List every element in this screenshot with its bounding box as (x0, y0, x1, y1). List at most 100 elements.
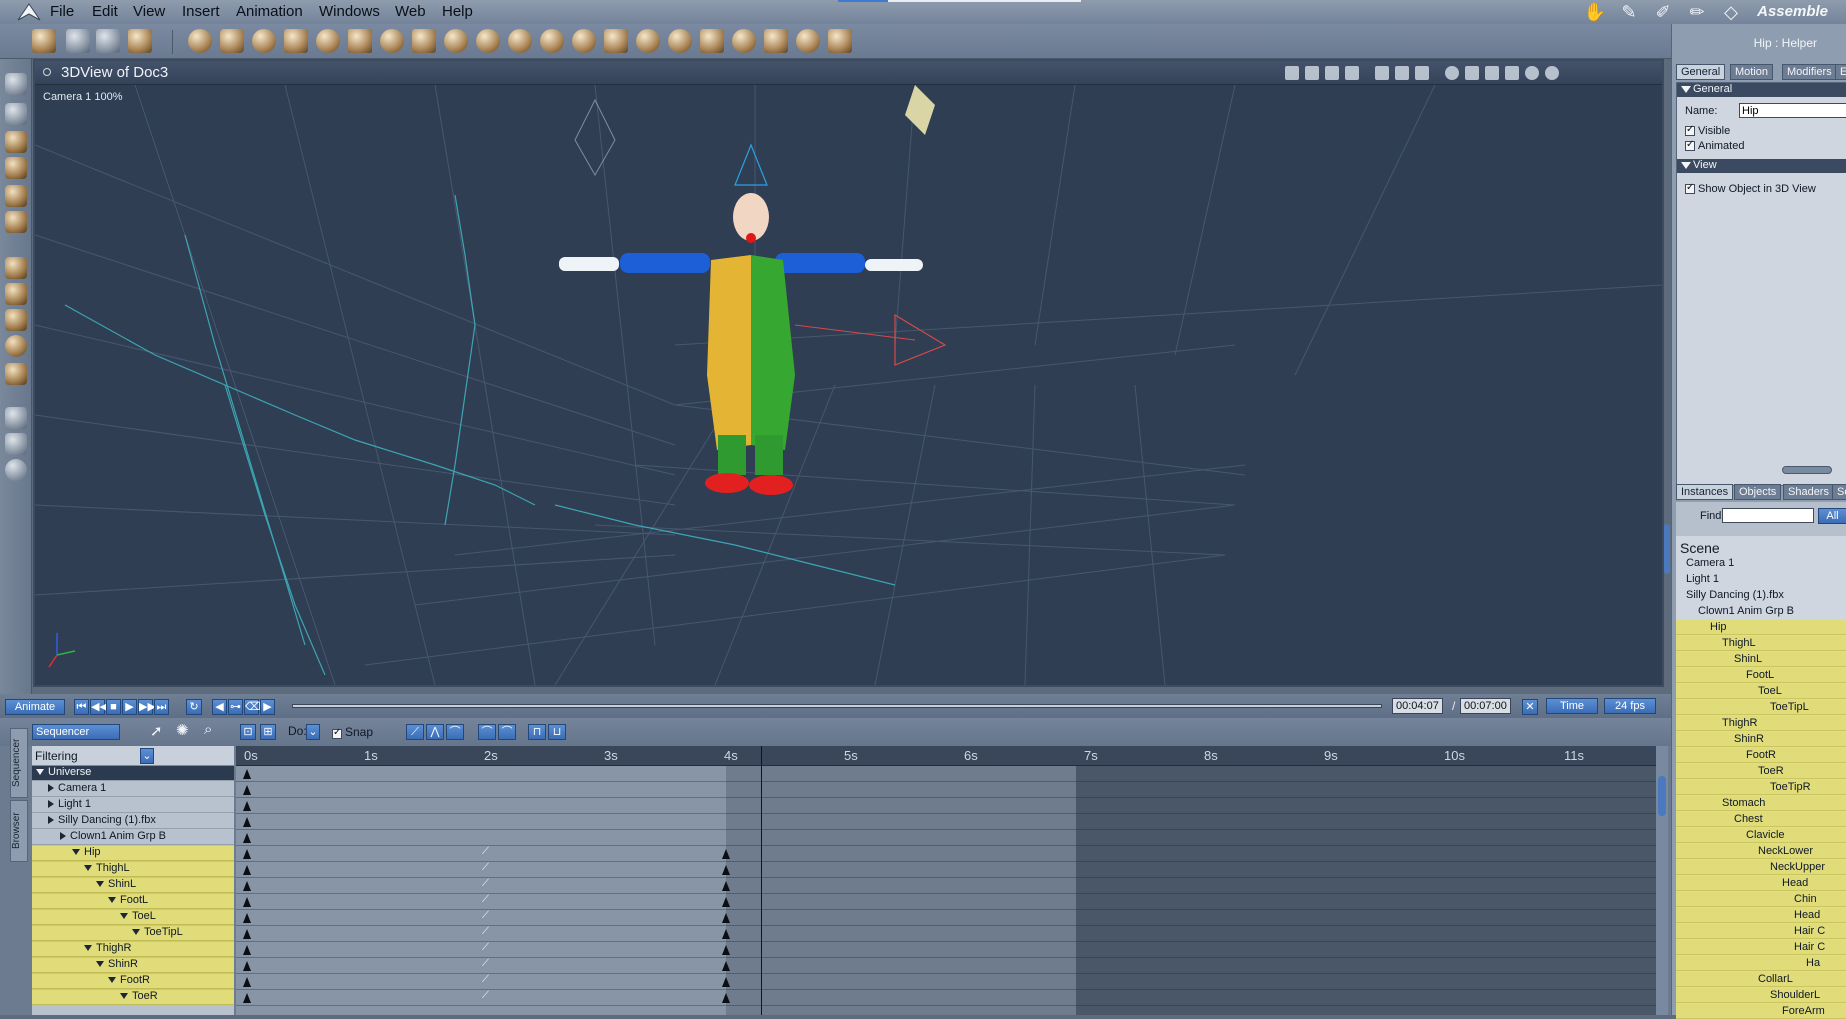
play-icon[interactable]: ▶ (122, 699, 137, 715)
3d-view[interactable]: 3DView of Doc3 Camera 1 100% (33, 59, 1664, 687)
keyframe-marker[interactable] (243, 945, 251, 955)
twist-icon[interactable] (5, 157, 27, 179)
timeline-lane[interactable]: ⟋ (236, 958, 1656, 974)
tab-modifiers[interactable]: Modifiers (1782, 64, 1837, 80)
keyframe-marker[interactable] (722, 945, 730, 955)
timeline-area[interactable]: 0s 1s 2s 3s 4s 5s 6s 7s 8s 9s 10s 11s ⟋ ⟋ ⟋ ⟋ ⟋ ⟋ ⟋ ⟋ ⟋ ⟋ (236, 746, 1656, 1015)
scene-item[interactable]: CollarL (1676, 972, 1846, 987)
text-primitive-icon[interactable] (348, 29, 372, 53)
solid-cube-icon[interactable] (1505, 66, 1519, 80)
panel-resize-handle[interactable] (1782, 466, 1832, 474)
cloud-primitive-icon[interactable] (540, 29, 564, 53)
expand-toggle-icon[interactable] (108, 897, 116, 904)
track-row[interactable]: ThighR (32, 942, 234, 957)
step-back-icon[interactable]: ◀◀ (90, 699, 108, 715)
shield-icon[interactable] (1375, 66, 1389, 80)
frame-icon[interactable]: ⊞ (260, 724, 276, 740)
fractal-primitive-icon[interactable] (572, 29, 596, 53)
keyframe-marker[interactable] (243, 865, 251, 875)
timeline-lane[interactable] (236, 798, 1656, 814)
delete-key-icon[interactable]: ⌫ (244, 699, 261, 715)
track-row[interactable]: Silly Dancing (1).fbx (32, 814, 234, 829)
shield3-icon[interactable] (1415, 66, 1429, 80)
timeline-lane[interactable]: ⟋ (236, 942, 1656, 958)
sphere-primitive-icon[interactable] (188, 29, 212, 53)
loop-icon[interactable]: ↻ (186, 699, 202, 715)
ease-in-icon[interactable]: ⌒ (478, 724, 496, 740)
show-in-3d-checkbox[interactable]: Show Object in 3D View (1685, 181, 1816, 195)
fit-icon[interactable]: ⊡ (240, 724, 256, 740)
timeline-lane[interactable]: ⟋ (236, 846, 1656, 862)
room-label[interactable]: Assemble (1757, 3, 1828, 20)
hand-room-icon[interactable]: ✋ (1580, 1, 1610, 23)
sequencer-mode-select[interactable]: Sequencer (32, 724, 120, 740)
rotate-tool-icon[interactable] (96, 29, 120, 53)
arrow-select-icon[interactable]: ➚ (150, 722, 163, 740)
scene-item[interactable]: ToeL (1676, 684, 1846, 699)
scene-item[interactable]: ToeTipL (1676, 700, 1846, 715)
track-row[interactable]: FootL (32, 894, 234, 909)
keyframe-marker[interactable] (243, 833, 251, 843)
track-row[interactable]: Hip (32, 846, 234, 861)
move-xy-icon[interactable] (5, 283, 27, 305)
scene-item[interactable]: Ha (1676, 956, 1846, 971)
move-icon[interactable] (5, 257, 27, 279)
hammer-primitive-icon[interactable] (700, 29, 724, 53)
keyframe-marker[interactable] (722, 865, 730, 875)
timeline-lane[interactable]: ⟋ (236, 926, 1656, 942)
scene-item[interactable]: Head (1676, 876, 1846, 891)
general-section-header[interactable]: General (1677, 83, 1846, 97)
trackball-icon[interactable] (5, 335, 27, 357)
expand-toggle-icon[interactable] (36, 769, 44, 776)
stop-icon[interactable]: ■ (106, 699, 121, 715)
filtering-dropdown-icon[interactable]: ⌄ (140, 748, 154, 764)
expand-toggle-icon[interactable] (120, 913, 128, 920)
menu-file[interactable]: File (50, 3, 74, 20)
expand-toggle-icon[interactable] (120, 993, 128, 1000)
scene-item[interactable]: FootR (1676, 748, 1846, 763)
clown-figure[interactable] (559, 143, 923, 495)
menu-animation[interactable]: Animation (236, 3, 303, 20)
keyframe-marker[interactable] (722, 977, 730, 987)
expand-toggle-icon[interactable] (108, 977, 116, 984)
terrain-primitive-icon[interactable] (476, 29, 500, 53)
find-input[interactable] (1722, 508, 1814, 523)
keyframe-marker[interactable] (243, 897, 251, 907)
time-mode-select[interactable]: Time (1546, 698, 1598, 714)
timeline-lane[interactable] (236, 782, 1656, 798)
time-ruler[interactable]: 0s 1s 2s 3s 4s 5s 6s 7s 8s 9s 10s 11s (236, 746, 1656, 766)
wand-primitive-icon[interactable] (828, 29, 852, 53)
scene-item[interactable]: NeckUpper (1676, 860, 1846, 875)
sidebar-collapse-handle[interactable] (1664, 524, 1670, 574)
track-row[interactable]: Camera 1 (32, 782, 234, 797)
expand-toggle-icon[interactable] (96, 961, 104, 968)
animate-button[interactable]: Animate (5, 699, 65, 715)
tab-motion[interactable]: Motion (1730, 64, 1774, 80)
close-time-icon[interactable]: ✕ (1522, 699, 1538, 715)
orbit-icon[interactable] (1465, 66, 1479, 80)
nav-icon[interactable] (1445, 66, 1459, 80)
timeline-lane[interactable]: ⟋ (236, 910, 1656, 926)
ease-out-icon[interactable]: ⌒ (498, 724, 516, 740)
sun-icon[interactable]: ✺ (176, 721, 189, 739)
scene-item[interactable]: NeckLower (1676, 844, 1846, 859)
tab-sources[interactable]: Sou (1832, 484, 1846, 500)
pen-room-icon[interactable]: ✎ (1614, 1, 1644, 23)
layout-split-icon[interactable] (1325, 66, 1339, 80)
track-row[interactable]: ThighL (32, 862, 234, 877)
go-end-icon[interactable]: ⏭ (154, 699, 169, 715)
target-primitive-icon[interactable] (796, 29, 820, 53)
view-section-header[interactable]: View (1677, 159, 1846, 173)
track-row[interactable]: Light 1 (32, 798, 234, 813)
knife-icon[interactable] (5, 185, 27, 207)
agr-primitive-icon[interactable] (604, 29, 628, 53)
scene-item[interactable]: Stomach (1676, 796, 1846, 811)
expand-toggle-icon[interactable] (48, 784, 54, 793)
track-row[interactable]: FootR (32, 974, 234, 989)
snap-checkbox[interactable] (332, 727, 342, 739)
view-menu-icon[interactable] (43, 68, 51, 76)
keyframe-marker[interactable] (243, 769, 251, 779)
timeline-lane[interactable]: ⟋ (236, 990, 1656, 1006)
curve-linear-icon[interactable]: ⟋ (406, 724, 424, 740)
bowl-primitive-icon[interactable] (636, 29, 660, 53)
